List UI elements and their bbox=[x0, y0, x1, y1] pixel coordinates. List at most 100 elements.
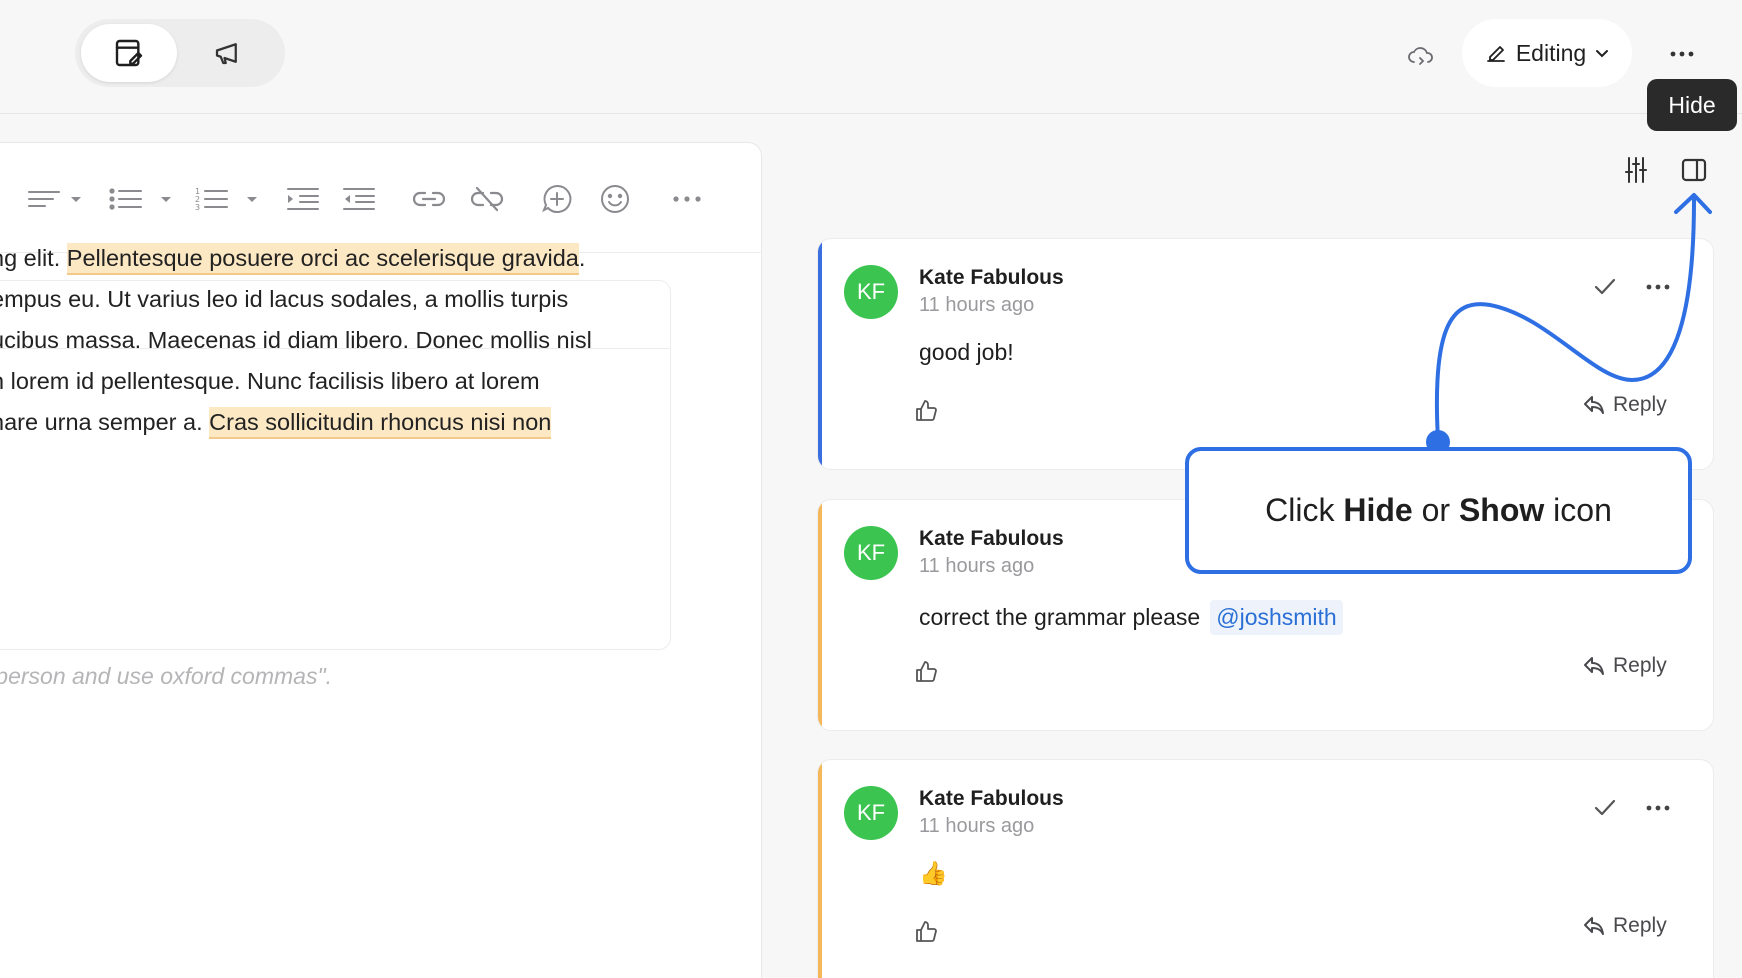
callout-mid: or bbox=[1412, 492, 1459, 528]
callout-post: icon bbox=[1544, 492, 1612, 528]
toolbar-more-button[interactable] bbox=[665, 179, 709, 219]
comment-accent-bar bbox=[818, 239, 822, 469]
like-button[interactable] bbox=[914, 920, 938, 949]
resolve-button[interactable] bbox=[1593, 277, 1617, 302]
outdent-button[interactable] bbox=[337, 179, 381, 219]
comment-body: 👍 bbox=[919, 860, 948, 887]
mode-switch bbox=[75, 19, 285, 87]
text-span: ng elit. bbox=[0, 245, 61, 271]
editing-label: Editing bbox=[1515, 39, 1587, 66]
avatar[interactable]: KF bbox=[844, 526, 898, 580]
top-more-button[interactable] bbox=[1662, 36, 1702, 72]
comment-more-button[interactable] bbox=[1646, 798, 1670, 816]
add-comment-button[interactable] bbox=[535, 179, 579, 219]
reply-label: Reply bbox=[1613, 654, 1667, 677]
bullet-list-icon bbox=[109, 188, 171, 210]
numbered-list-icon: 1 2 3 bbox=[195, 187, 257, 212]
svg-text:3: 3 bbox=[195, 203, 200, 212]
comment-card: KF Kate Fabulous 11 hours ago good job! … bbox=[817, 238, 1714, 470]
thumbs-up-icon bbox=[916, 921, 937, 942]
highlighted-text[interactable]: Pellentesque posuere orci ac scelerisque… bbox=[66, 243, 579, 275]
emoji-button[interactable] bbox=[593, 179, 637, 219]
reply-icon bbox=[1584, 657, 1604, 675]
comment-time: 11 hours ago bbox=[919, 555, 1035, 577]
hide-panel-button[interactable] bbox=[1676, 150, 1712, 190]
more-icon bbox=[1670, 51, 1694, 57]
more-icon bbox=[1646, 284, 1670, 290]
sync-status[interactable] bbox=[1403, 38, 1439, 74]
editor-panel: 1 2 3 g elit. Pellentesque posuere orci … bbox=[0, 142, 762, 978]
like-button[interactable] bbox=[914, 660, 938, 689]
bullet-list-dropdown[interactable] bbox=[107, 179, 177, 219]
comment-accent-bar bbox=[818, 760, 822, 978]
callout-pre: Click bbox=[1265, 492, 1344, 528]
comment-body: correct the grammar please @joshsmith bbox=[919, 600, 1343, 635]
top-bar: Editing bbox=[0, 0, 1742, 114]
reply-button[interactable]: Reply bbox=[1583, 914, 1667, 938]
comment-author: Kate Fabulous bbox=[919, 787, 1064, 810]
comment-filter-button[interactable] bbox=[1618, 150, 1654, 190]
cloud-sync-icon bbox=[1408, 47, 1433, 65]
avatar[interactable]: KF bbox=[844, 265, 898, 319]
numbered-list-dropdown[interactable]: 1 2 3 bbox=[193, 179, 263, 219]
comment-body: good job! bbox=[919, 339, 1014, 366]
highlighted-text[interactable]: Cras sollicitudin rhoncus nisi non bbox=[209, 407, 552, 439]
editor-mode-button[interactable] bbox=[81, 24, 177, 82]
reply-label: Reply bbox=[1613, 393, 1667, 416]
editing-mode-dropdown[interactable]: Editing bbox=[1462, 19, 1632, 87]
thumbs-up-icon bbox=[916, 661, 937, 682]
editor-toolbar: 1 2 3 bbox=[1, 143, 761, 253]
outdent-icon bbox=[343, 188, 375, 210]
chevron-down-icon bbox=[1596, 50, 1609, 58]
link-button[interactable] bbox=[407, 179, 451, 219]
link-icon bbox=[412, 191, 446, 207]
callout-hide: Hide bbox=[1343, 492, 1413, 528]
avatar[interactable]: KF bbox=[844, 786, 898, 840]
comment-card: KF Kate Fabulous 11 hours ago 👍 Reply bbox=[817, 759, 1714, 978]
indent-icon bbox=[287, 188, 319, 210]
comment-text: good job! bbox=[919, 339, 1014, 365]
callout-text: Click Hide or Show icon bbox=[1265, 492, 1612, 529]
text-span: . bbox=[578, 245, 586, 271]
editor-icon bbox=[115, 39, 143, 67]
align-icon bbox=[28, 191, 81, 207]
tooltip-text: Hide bbox=[1668, 91, 1716, 118]
publish-mode-button[interactable] bbox=[179, 24, 275, 82]
reply-label: Reply bbox=[1613, 914, 1667, 937]
thumbs-up-icon bbox=[916, 400, 937, 421]
like-button[interactable] bbox=[914, 399, 938, 428]
comment-author: Kate Fabulous bbox=[919, 266, 1064, 289]
reply-icon bbox=[1584, 396, 1604, 414]
unlink-button[interactable] bbox=[465, 179, 509, 219]
comment-more-button[interactable] bbox=[1646, 277, 1670, 295]
reply-button[interactable]: Reply bbox=[1583, 654, 1667, 678]
resolve-button[interactable] bbox=[1593, 798, 1617, 823]
comment-accent-bar bbox=[818, 500, 822, 730]
text-line: nare urna semper a. Cras sollicitudin rh… bbox=[0, 402, 592, 443]
more-icon bbox=[1646, 805, 1670, 811]
reply-button[interactable]: Reply bbox=[1583, 393, 1667, 417]
indent-button[interactable] bbox=[281, 179, 325, 219]
sidebar-toggle-icon bbox=[1681, 158, 1707, 182]
hide-tooltip: Hide bbox=[1647, 79, 1737, 131]
emoji-icon bbox=[601, 185, 629, 213]
text-line: empus eu. Ut varius leo id lacus sodales… bbox=[0, 286, 569, 312]
prompt-text: st person and use oxford commas". bbox=[0, 663, 333, 689]
unlink-icon bbox=[470, 186, 504, 212]
callout-show: Show bbox=[1458, 492, 1545, 528]
text-line: n lorem id pellentesque. Nunc facilisis … bbox=[0, 368, 540, 394]
user-mention[interactable]: @joshsmith bbox=[1210, 600, 1343, 635]
comment-text: correct the grammar please bbox=[919, 604, 1201, 630]
comment-time: 11 hours ago bbox=[919, 815, 1035, 837]
check-icon bbox=[1594, 799, 1616, 816]
text-line: ucibus massa. Maecenas id diam libero. D… bbox=[0, 327, 592, 353]
comment-author: Kate Fabulous bbox=[919, 527, 1064, 550]
align-dropdown[interactable] bbox=[21, 179, 91, 219]
megaphone-icon bbox=[215, 43, 237, 65]
check-icon bbox=[1594, 278, 1616, 295]
document-text[interactable]: ng elit. Pellentesque posuere orci ac sc… bbox=[0, 238, 592, 443]
sliders-icon bbox=[1625, 157, 1647, 183]
more-icon bbox=[673, 196, 701, 202]
text-line: ng elit. Pellentesque posuere orci ac sc… bbox=[0, 238, 592, 279]
comment-emoji: 👍 bbox=[919, 860, 948, 886]
